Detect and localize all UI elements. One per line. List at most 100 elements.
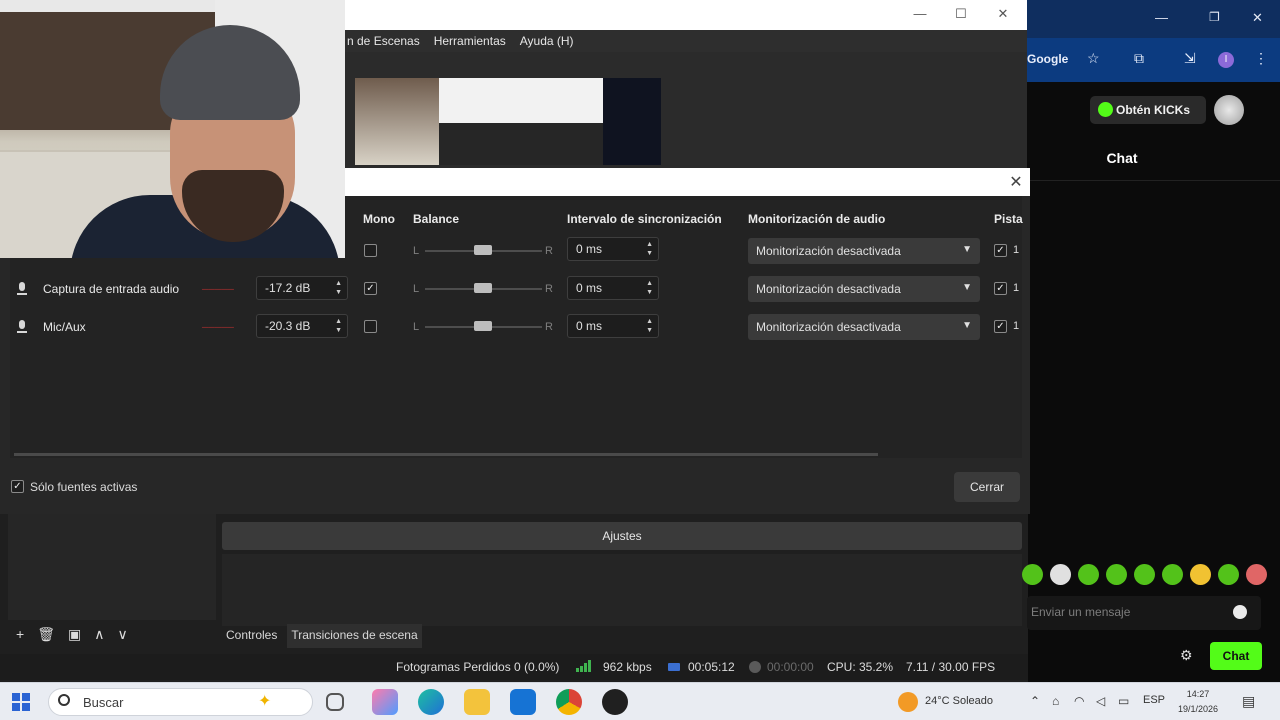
move-up-icon[interactable]: ∧ xyxy=(94,626,104,643)
balance-slider-thumb[interactable] xyxy=(474,283,492,293)
outlook-icon[interactable] xyxy=(510,689,536,715)
omnibox-text[interactable]: Google xyxy=(1027,52,1068,66)
balance-slider-thumb[interactable] xyxy=(474,321,492,331)
taskbar-search[interactable]: Buscar xyxy=(48,688,313,716)
task-view-icon[interactable] xyxy=(326,693,344,711)
emote-icon[interactable] xyxy=(1078,564,1099,585)
spin-up-icon[interactable]: ▲ xyxy=(335,318,342,326)
monitoring-value: Monitorización desactivada xyxy=(756,244,901,258)
monitoring-select[interactable]: Monitorización desactivada ▼ xyxy=(748,276,980,302)
spin-up-icon[interactable]: ▲ xyxy=(646,241,653,249)
weather-icon[interactable] xyxy=(898,692,918,712)
track-checkbox[interactable]: ✓ xyxy=(994,320,1007,333)
monitoring-select[interactable]: Monitorización desactivada ▼ xyxy=(748,314,980,340)
menu-tools[interactable]: Herramientas xyxy=(434,34,506,48)
chrome-icon[interactable] xyxy=(556,689,582,715)
active-only-checkbox[interactable]: ✓ xyxy=(11,480,24,493)
edge-icon[interactable] xyxy=(418,689,444,715)
volume-meter-label: ───── xyxy=(202,322,234,332)
balance-slider-thumb[interactable] xyxy=(474,245,492,255)
spin-down-icon[interactable]: ▼ xyxy=(335,327,342,335)
star-icon[interactable]: ☆ xyxy=(1087,50,1100,67)
volume-spinbox[interactable]: -20.3 dB ▲ ▼ xyxy=(256,314,348,338)
tray-chevron-icon[interactable]: ⌃ xyxy=(1030,694,1040,708)
send-chat-button[interactable]: Chat xyxy=(1210,642,1262,670)
obs-preview[interactable] xyxy=(355,78,661,165)
spin-down-icon[interactable]: ▼ xyxy=(646,289,653,297)
weather-text[interactable]: 24°C Soleado xyxy=(925,695,993,707)
emote-icon[interactable] xyxy=(1106,564,1127,585)
spin-up-icon[interactable]: ▲ xyxy=(335,280,342,288)
sync-offset-spinbox[interactable]: 0 ms ▲ ▼ xyxy=(567,237,659,261)
emoji-picker-icon[interactable] xyxy=(1233,605,1247,619)
sync-offset-value: 0 ms xyxy=(576,281,603,295)
close-icon[interactable]: ✕ xyxy=(1252,10,1263,26)
browser-titlebar: — ❐ ✕ xyxy=(1027,0,1280,38)
minimize-icon[interactable]: — xyxy=(1155,10,1168,25)
emote-icon[interactable] xyxy=(1190,564,1211,585)
restore-icon[interactable]: ❐ xyxy=(1209,10,1220,24)
notifications-icon[interactable]: ▤ xyxy=(1242,693,1255,710)
sync-offset-spinbox[interactable]: 0 ms ▲ ▼ xyxy=(567,276,659,300)
cast-icon[interactable]: ⇲ xyxy=(1184,50,1196,67)
dialog-close-icon[interactable]: ✕ xyxy=(1008,172,1024,192)
clock[interactable]: 14:27 19/1/2026 xyxy=(1168,687,1228,717)
spin-down-icon[interactable]: ▼ xyxy=(646,250,653,258)
minimize-button[interactable]: — xyxy=(910,6,930,24)
balance-left-label: L xyxy=(413,283,420,295)
close-window-button[interactable]: ✕ xyxy=(993,6,1013,24)
emote-icon[interactable] xyxy=(1246,564,1267,585)
track-checkbox[interactable]: ✓ xyxy=(994,282,1007,295)
volume-spinbox[interactable]: -17.2 dB ▲ ▼ xyxy=(256,276,348,300)
scenes-panel[interactable] xyxy=(8,514,216,620)
clock-time: 14:27 xyxy=(1186,689,1210,699)
wifi-icon[interactable]: ◠ xyxy=(1074,694,1084,708)
track-checkbox[interactable]: ✓ xyxy=(994,244,1007,257)
user-avatar[interactable] xyxy=(1214,95,1244,125)
close-dialog-button[interactable]: Cerrar xyxy=(954,472,1020,502)
tab-controls[interactable]: Controles xyxy=(222,624,281,648)
settings-button[interactable]: Ajustes xyxy=(222,522,1022,550)
microphone-icon xyxy=(17,320,27,333)
add-icon[interactable]: + xyxy=(16,626,24,642)
copilot-icon[interactable] xyxy=(372,689,398,715)
menu-help[interactable]: Ayuda (H) xyxy=(520,34,574,48)
move-down-icon[interactable]: ∨ xyxy=(117,626,127,643)
tab-scene-transitions[interactable]: Transiciones de escena xyxy=(287,624,422,648)
spin-up-icon[interactable]: ▲ xyxy=(646,318,653,326)
mono-checkbox[interactable]: ✓ xyxy=(364,282,377,295)
emote-icon[interactable] xyxy=(1162,564,1183,585)
column-mono: Mono xyxy=(363,212,395,226)
menu-scene-collection[interactable]: n de Escenas xyxy=(347,34,420,48)
emote-icon[interactable] xyxy=(1050,564,1071,585)
sync-offset-spinbox[interactable]: 0 ms ▲ ▼ xyxy=(567,314,659,338)
obs-icon[interactable] xyxy=(602,689,628,715)
network-icon[interactable]: ⌂ xyxy=(1052,694,1059,708)
chat-settings-icon[interactable]: ⚙ xyxy=(1180,647,1193,664)
monitoring-select[interactable]: Monitorización desactivada ▼ xyxy=(748,238,980,264)
emote-icon[interactable] xyxy=(1134,564,1155,585)
emote-icon[interactable] xyxy=(1218,564,1239,585)
filter-icon[interactable]: ▣ xyxy=(68,626,81,643)
maximize-button[interactable]: ☐ xyxy=(951,6,971,24)
horizontal-scrollbar[interactable] xyxy=(14,453,878,456)
mono-checkbox[interactable] xyxy=(364,320,377,333)
mono-checkbox[interactable] xyxy=(364,244,377,257)
extensions-icon[interactable]: ⧉ xyxy=(1134,50,1144,67)
emote-icon[interactable] xyxy=(1022,564,1043,585)
chat-message-input[interactable]: Enviar un mensaje xyxy=(1027,596,1261,630)
file-explorer-icon[interactable] xyxy=(464,689,490,715)
column-sync-offset: Intervalo de sincronización xyxy=(567,212,722,226)
spin-up-icon[interactable]: ▲ xyxy=(646,280,653,288)
spin-down-icon[interactable]: ▼ xyxy=(335,289,342,297)
menu-icon[interactable]: ⋮ xyxy=(1254,50,1268,67)
track-number: 1 xyxy=(1013,244,1020,256)
profile-avatar[interactable]: I xyxy=(1218,52,1234,68)
battery-icon[interactable]: ▭ xyxy=(1118,694,1129,708)
trash-icon[interactable]: 🗑 xyxy=(37,626,55,643)
preview-webcam xyxy=(355,78,439,165)
spin-down-icon[interactable]: ▼ xyxy=(646,327,653,335)
windows-start-icon[interactable] xyxy=(12,693,30,711)
language-indicator[interactable]: ESP xyxy=(1143,694,1165,706)
volume-icon[interactable]: ◁ xyxy=(1096,694,1105,708)
